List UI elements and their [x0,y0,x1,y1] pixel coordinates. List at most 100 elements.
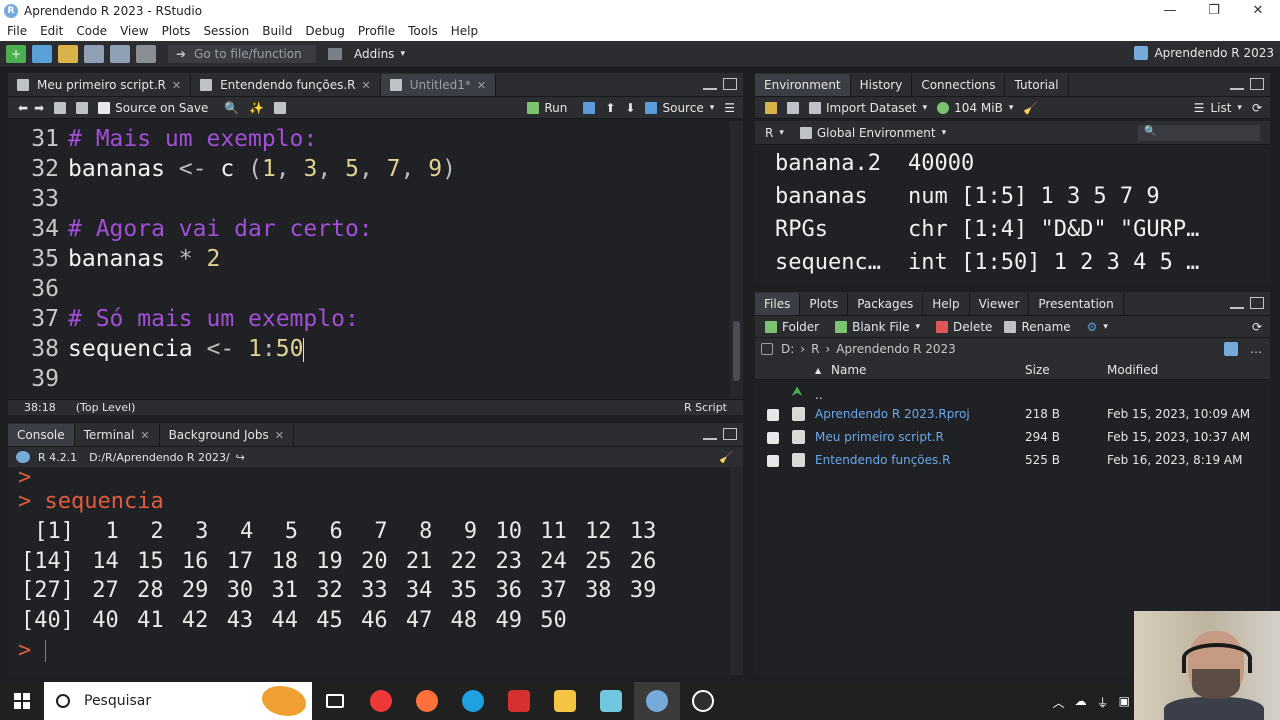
cloud-icon[interactable]: ☁ [1075,694,1087,711]
scope-level[interactable]: (Top Level) [76,401,136,414]
taskbar-search[interactable]: Pesquisar [44,682,312,720]
scope-select[interactable]: Global Environment ▾ [799,126,946,140]
environment-row[interactable]: bananas num [1:5] 1 3 5 7 9 [775,180,1160,213]
file-name-link[interactable]: Meu primeiro script.R [815,430,944,444]
maximize-pane-icon[interactable] [1250,297,1264,309]
refresh-icon[interactable]: ⟳ [1252,320,1262,334]
code-line[interactable]: 35 bananas * 2 [8,244,220,274]
file-name-link[interactable]: Aprendendo R 2023.Rproj [815,407,970,421]
code-line[interactable]: 32 bananas <- c (1, 3, 5, 7, 9) [8,154,456,184]
tab-history[interactable]: History [851,74,913,96]
save-icon[interactable] [84,45,104,63]
more-settings-menu[interactable]: ⚙ ▾ [1087,320,1108,334]
close-icon[interactable]: ✕ [275,429,284,442]
maximize-pane-icon[interactable] [723,428,737,440]
minimize-pane-icon[interactable] [703,78,717,90]
file-checkbox[interactable] [767,409,779,421]
code-line[interactable]: 38 sequencia <- 1:50 [8,334,305,364]
show-in-window-icon[interactable] [54,101,67,114]
menu-tools[interactable]: Tools [403,24,446,38]
minimize-pane-icon[interactable] [703,428,717,440]
close-icon[interactable]: ✕ [140,429,149,442]
menu-help[interactable]: Help [446,24,486,38]
column-name[interactable]: Name [831,363,866,377]
vivaldi-snapshot-icon[interactable] [496,682,542,720]
code-line[interactable]: 33 [8,184,68,214]
tab-untitled1[interactable]: Untitled1* ✕ [380,74,497,96]
search-icon[interactable]: 🔍 [224,101,239,115]
menu-build[interactable]: Build [257,24,300,38]
open-file-icon[interactable] [58,45,78,63]
file-row[interactable]: Entendendo funções.R 525 B Feb 16, 2023, 8… [755,449,1270,472]
chevron-up-icon[interactable]: ︿ [1053,694,1065,711]
menu-session[interactable]: Session [198,24,257,38]
tab-connections[interactable]: Connections [912,74,1006,96]
down-arrow-icon[interactable]: ⬇ [625,101,635,115]
new-project-icon[interactable] [32,45,52,63]
environment-row[interactable]: RPGs chr [1:4] "D&D" "GURP… [775,213,1199,246]
new-file-icon[interactable]: + [6,45,26,63]
new-folder-button[interactable]: Folder [765,320,819,334]
obs-icon[interactable] [680,682,726,720]
compile-report-icon[interactable] [274,101,287,114]
tab-files[interactable]: Files [755,293,801,315]
memory-usage[interactable]: 104 MiB ▾ [937,101,1013,115]
tab-environment[interactable]: Environment [755,74,851,96]
menu-view[interactable]: View [115,24,156,38]
menu-profile[interactable]: Profile [353,24,403,38]
save-workspace-icon[interactable] [787,101,799,114]
import-dataset-button[interactable]: Import Dataset ▾ [809,101,927,115]
project-menu[interactable]: Aprendendo R 2023 [1134,46,1274,60]
tab-help[interactable]: Help [923,293,970,315]
wand-icon[interactable]: ✨ [249,101,264,115]
file-name-link[interactable]: Entendendo funções.R [815,453,950,467]
edge-icon[interactable] [450,682,496,720]
project-icon[interactable] [1224,342,1238,356]
file-explorer-icon[interactable] [542,682,588,720]
tab-presentation[interactable]: Presentation [1029,293,1124,315]
menu-code[interactable]: Code [71,24,115,38]
up-arrow-icon[interactable]: ⬆ [605,101,615,115]
tab-meu-primeiro-script[interactable]: Meu primeiro script.R ✕ [8,74,192,96]
code-line[interactable]: 31 # Mais um exemplo: [8,124,317,154]
menu-plots[interactable]: Plots [157,24,199,38]
task-view-icon[interactable] [312,682,358,720]
firefox-icon[interactable] [404,682,450,720]
close-icon[interactable]: ✕ [362,79,371,92]
environment-row[interactable]: sequenc… int [1:50] 1 2 3 4 5 … [775,246,1199,279]
source-on-save-checkbox[interactable]: Source on Save [98,101,208,115]
restore-button[interactable]: ❐ [1192,0,1236,21]
tab-viewer[interactable]: Viewer [970,293,1030,315]
rstudio-taskbar-icon[interactable] [634,682,680,720]
tab-terminal[interactable]: Terminal ✕ [75,424,160,446]
file-row[interactable]: Meu primeiro script.R 294 B Feb 15, 2023, … [755,426,1270,449]
minimize-pane-icon[interactable] [1230,78,1244,90]
file-type[interactable]: R Script [684,401,727,414]
code-line[interactable]: 34 # Agora vai dar certo: [8,214,372,244]
file-row[interactable]: Aprendendo R 2023.Rproj 218 B Feb 15, 2023… [755,403,1270,426]
tab-plots[interactable]: Plots [800,293,849,315]
menu-file[interactable]: File [2,24,35,38]
path-segment-drive[interactable]: D: [781,342,794,356]
select-all-checkbox[interactable] [761,343,773,355]
path-segment-r[interactable]: R [811,342,819,356]
code-area[interactable]: 31 # Mais um exemplo: 32 bananas <- c (1, 3… [8,121,730,401]
network-icon[interactable]: ▣ [1119,694,1130,711]
minimize-pane-icon[interactable] [1230,297,1244,309]
environment-search-input[interactable]: 🔍 [1138,124,1260,141]
console-scrollbar[interactable] [730,467,743,675]
rerun-icon[interactable] [583,101,596,114]
broom-icon[interactable]: 🧹 [1023,101,1038,115]
load-workspace-icon[interactable] [765,101,777,114]
forward-arrow-icon[interactable]: ➡ [34,101,44,115]
console-active-prompt[interactable]: > [18,636,46,666]
environment-row[interactable]: banana.2 40000 [775,147,974,180]
blank-file-button[interactable]: Blank File ▾ [835,320,920,334]
close-button[interactable]: ✕ [1236,0,1280,21]
language-select[interactable]: R ▾ [765,126,784,140]
file-checkbox[interactable] [767,455,779,467]
close-icon[interactable]: ✕ [477,79,486,92]
goto-file-input[interactable]: ➜ Go to file/function [168,45,316,63]
save-icon[interactable] [76,101,89,114]
console-output[interactable]: > > sequencia > [1] 1 2 3 4 5 6 7 8 9 10 11 12 13 [14]… [8,465,730,675]
